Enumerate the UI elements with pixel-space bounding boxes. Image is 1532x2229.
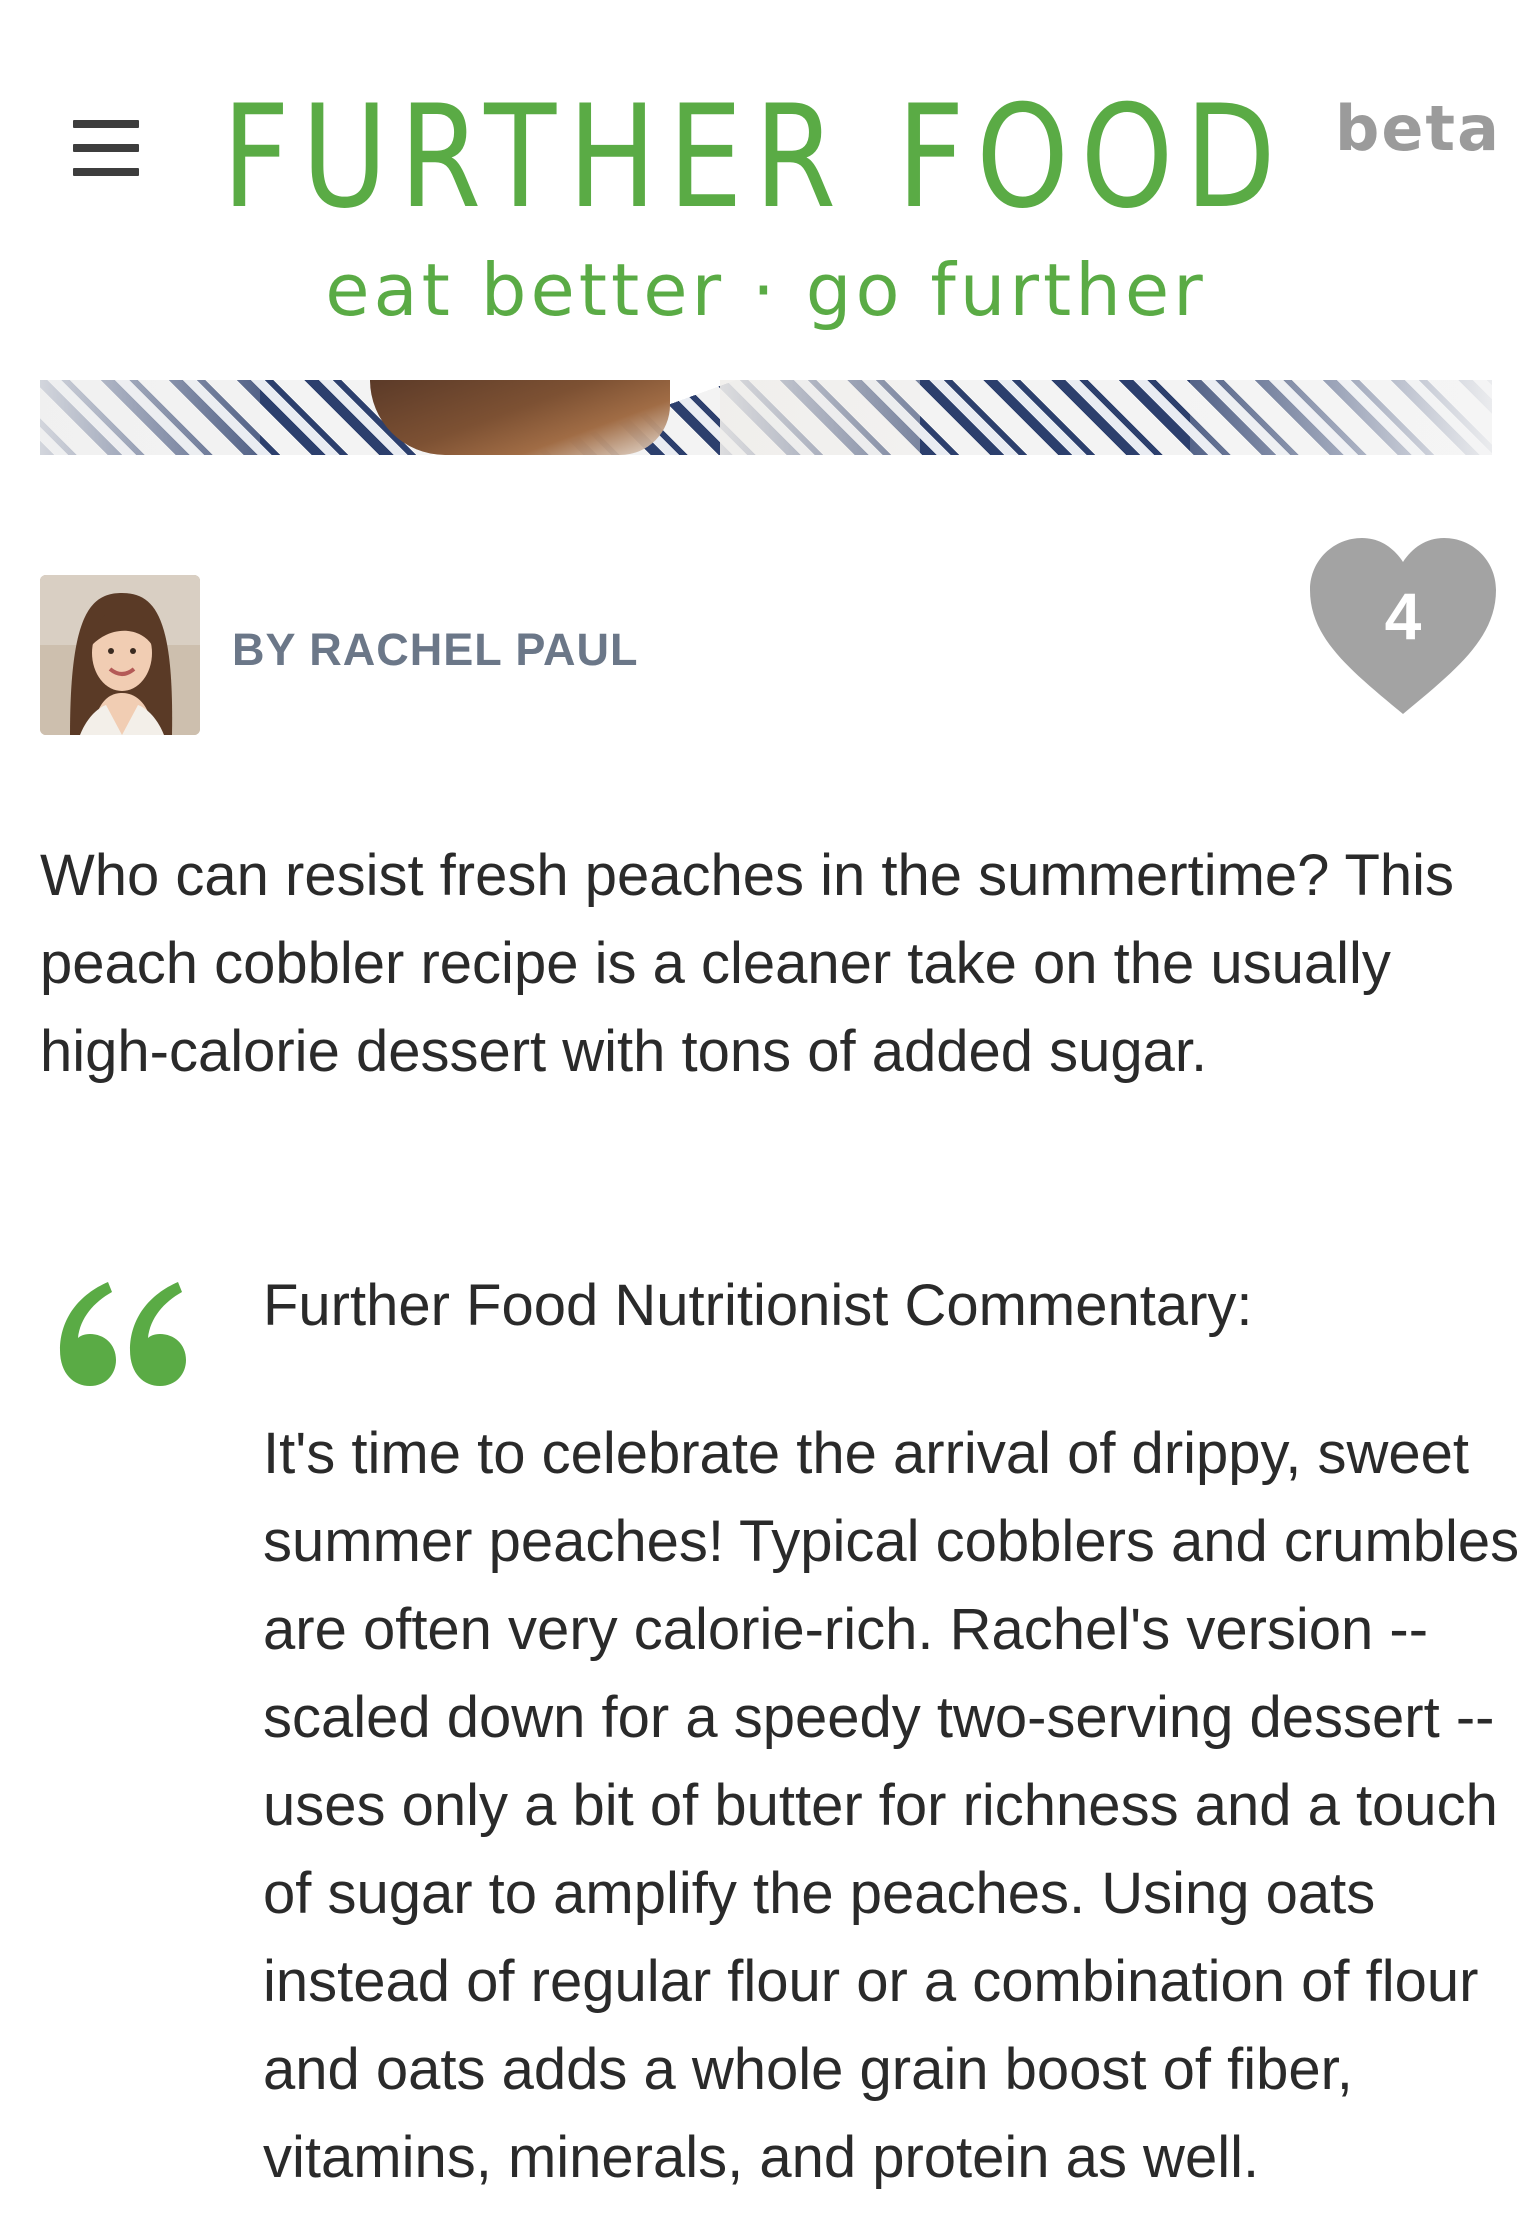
author-byline[interactable]: BY RACHEL PAUL bbox=[232, 624, 639, 676]
author-avatar[interactable] bbox=[40, 575, 200, 735]
commentary-body: It's time to celebrate the arrival of dr… bbox=[263, 1421, 1520, 2190]
article-intro: Who can resist fresh peaches in the summ… bbox=[40, 843, 1455, 1084]
like-count: 4 bbox=[1384, 579, 1422, 653]
article-page: FURTHER FOOD beta eat better · go furthe… bbox=[0, 0, 1532, 2229]
site-logo[interactable]: FURTHER FOOD bbox=[222, 78, 1287, 238]
site-tagline: eat better · go further bbox=[325, 248, 1207, 332]
beta-badge: beta bbox=[1335, 92, 1501, 165]
like-button[interactable]: 4 bbox=[1310, 538, 1496, 714]
hamburger-menu-icon[interactable] bbox=[73, 120, 139, 176]
quote-icon bbox=[50, 1270, 190, 1420]
commentary-heading: Further Food Nutritionist Commentary: bbox=[263, 1273, 1253, 1338]
hero-image bbox=[40, 380, 1492, 455]
